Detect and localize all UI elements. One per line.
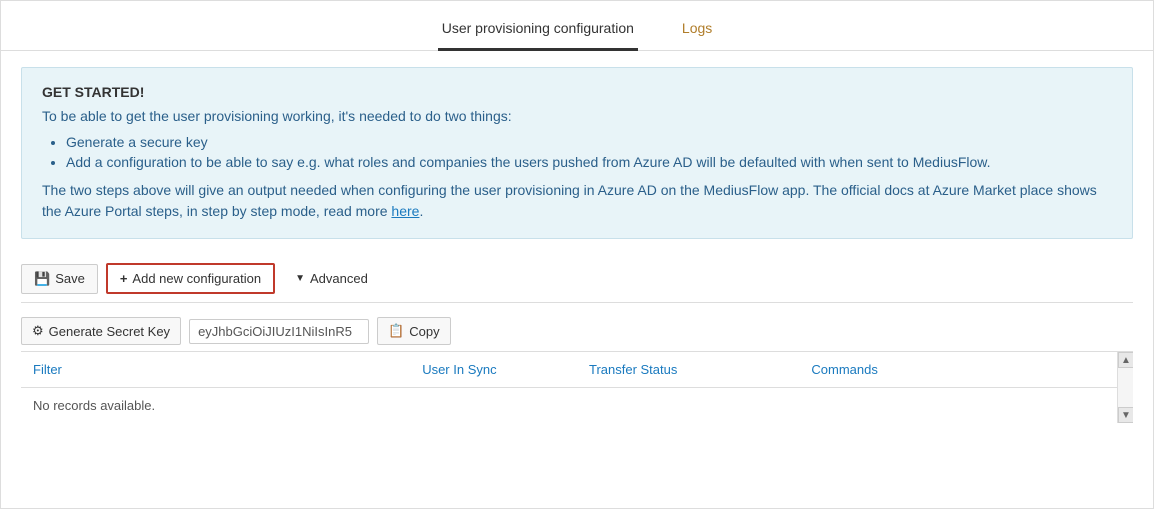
bullet-list: Generate a secure key Add a configuratio… xyxy=(42,134,1112,170)
advanced-label: Advanced xyxy=(310,271,368,286)
column-commands: Commands xyxy=(799,352,1133,388)
scrollbar: ▲ ▼ xyxy=(1117,352,1133,423)
bullet-2: Add a configuration to be able to say e.… xyxy=(66,154,1112,170)
copy-icon: 📋 xyxy=(388,323,404,339)
get-started-heading: GET STARTED! xyxy=(42,84,1112,100)
tab-user-provisioning[interactable]: User provisioning configuration xyxy=(438,8,638,51)
column-transfer-status: Transfer Status xyxy=(577,352,799,388)
scroll-up-button[interactable]: ▲ xyxy=(1118,352,1133,368)
bottom-text: The two steps above will give an output … xyxy=(42,180,1112,222)
plus-icon: + xyxy=(120,271,128,286)
intro-text: To be able to get the user provisioning … xyxy=(42,108,1112,124)
here-link[interactable]: here xyxy=(391,203,419,219)
column-user-in-sync: User In Sync xyxy=(410,352,577,388)
no-records-text: No records available. xyxy=(21,388,1133,424)
gear-icon: ⚙ xyxy=(32,323,44,339)
scroll-down-button[interactable]: ▼ xyxy=(1118,407,1133,423)
add-new-label: Add new configuration xyxy=(132,271,261,286)
bullet-1: Generate a secure key xyxy=(66,134,1112,150)
generate-secret-key-button[interactable]: ⚙ Generate Secret Key xyxy=(21,317,181,345)
tab-logs[interactable]: Logs xyxy=(678,8,716,51)
triangle-icon: ▼ xyxy=(295,273,305,284)
bottom-text-1: The two steps above will give an output … xyxy=(42,182,1097,219)
add-new-configuration-button[interactable]: + Add new configuration xyxy=(106,263,275,294)
copy-button[interactable]: 📋 Copy xyxy=(377,317,451,345)
column-filter: Filter xyxy=(21,352,410,388)
save-icon: 💾 xyxy=(34,271,50,287)
main-container: User provisioning configuration Logs GET… xyxy=(0,0,1154,509)
generate-label: Generate Secret Key xyxy=(49,324,170,339)
info-box: GET STARTED! To be able to get the user … xyxy=(21,67,1133,239)
table-header-row: Filter User In Sync Transfer Status Comm… xyxy=(21,352,1133,388)
table-wrapper: Filter User In Sync Transfer Status Comm… xyxy=(21,352,1133,423)
secret-key-input[interactable] xyxy=(189,319,369,344)
bottom-text-end: . xyxy=(419,203,423,219)
tabs-bar: User provisioning configuration Logs xyxy=(1,1,1153,51)
copy-label: Copy xyxy=(409,324,439,339)
secret-key-row: ⚙ Generate Secret Key 📋 Copy xyxy=(21,311,1133,352)
advanced-button[interactable]: ▼ Advanced xyxy=(283,265,380,292)
toolbar: 💾 Save + Add new configuration ▼ Advance… xyxy=(21,255,1133,303)
save-button[interactable]: 💾 Save xyxy=(21,264,98,294)
no-records-row: No records available. xyxy=(21,388,1133,424)
data-table: Filter User In Sync Transfer Status Comm… xyxy=(21,352,1133,423)
save-label: Save xyxy=(55,271,85,286)
content-area: GET STARTED! To be able to get the user … xyxy=(1,51,1153,439)
